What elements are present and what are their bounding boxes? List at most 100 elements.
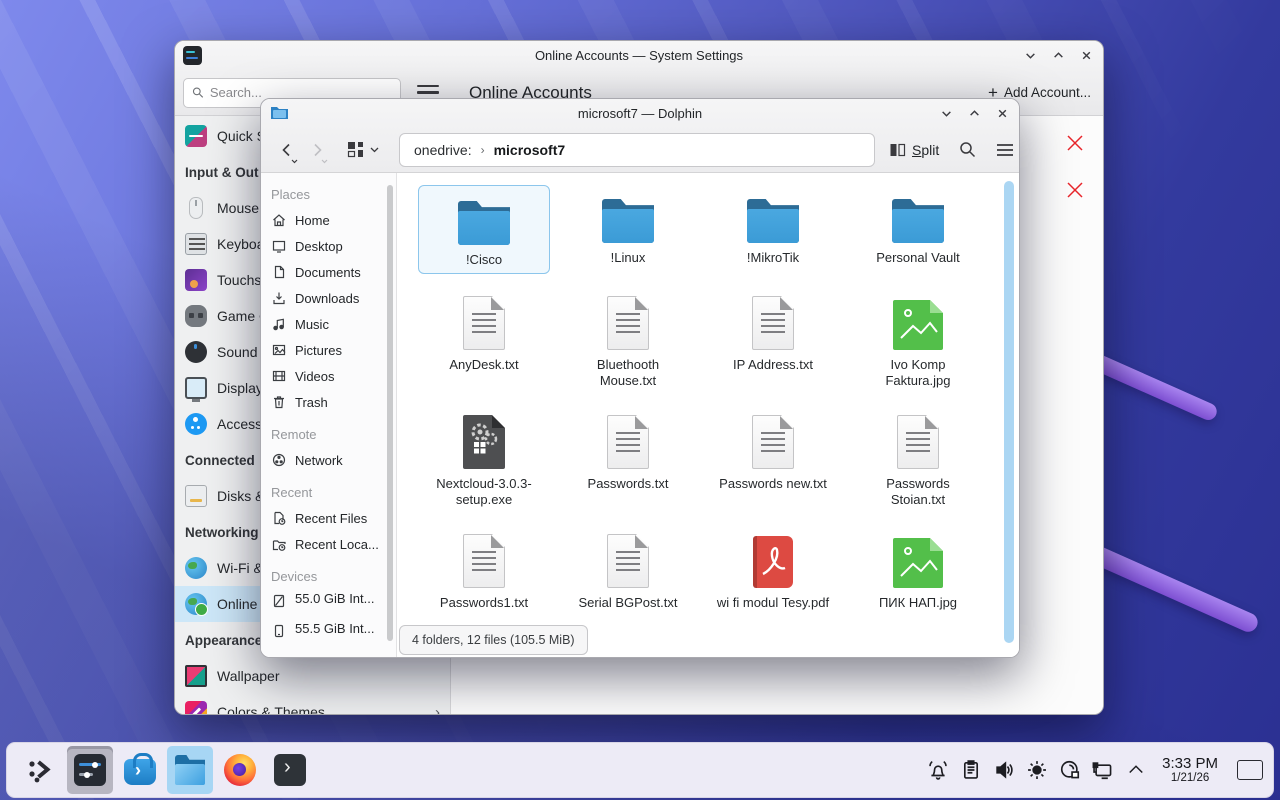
places-scrollbar[interactable] (387, 185, 393, 641)
remove-account-button[interactable] (1065, 180, 1085, 200)
dolphin-icon (174, 754, 206, 786)
notifications-icon[interactable] (925, 757, 951, 783)
mouse-icon (189, 197, 203, 219)
text-file-icon (752, 415, 794, 469)
menu-icon (996, 143, 1014, 157)
breadcrumb-root[interactable]: onedrive: (414, 142, 472, 158)
task-discover[interactable] (117, 746, 163, 794)
file-item[interactable]: ПИК НАП.jpg (852, 530, 984, 611)
maximize-button[interactable] (967, 106, 981, 120)
search-icon (959, 141, 976, 158)
text-file-icon (607, 415, 649, 469)
forward-button[interactable] (305, 136, 329, 164)
places-section-removable-devices: Removable Devi... (261, 655, 396, 658)
places-section-remote: Remote (261, 421, 396, 447)
executable-file-icon (463, 415, 505, 469)
places-item-videos[interactable]: Videos (261, 363, 396, 389)
system-settings-titlebar[interactable]: Online Accounts — System Settings (175, 41, 1103, 69)
file-item[interactable]: !MikroTik (707, 185, 839, 266)
file-view[interactable]: !Cisco !Linux !MikroTik Personal Vault A… (397, 173, 1019, 657)
places-item-pictures[interactable]: Pictures (261, 337, 396, 363)
network-icon[interactable] (1090, 757, 1116, 783)
window-title: microsoft7 — Dolphin (578, 106, 702, 121)
places-item-trash[interactable]: Trash (261, 389, 396, 415)
show-desktop-button[interactable] (1237, 760, 1263, 780)
split-view-icon (889, 142, 906, 158)
brightness-icon[interactable] (1024, 757, 1050, 783)
icons-view-icon (347, 141, 364, 158)
task-dolphin[interactable] (167, 746, 213, 794)
disks-icon (185, 485, 207, 507)
expand-tray-icon[interactable] (1123, 757, 1149, 783)
document-icon (271, 264, 287, 280)
places-item-downloads[interactable]: Downloads (261, 285, 396, 311)
file-view-scrollbar[interactable] (1004, 181, 1014, 643)
file-item[interactable]: Passwords Stoian.txt (852, 411, 984, 508)
volume-icon[interactable] (991, 757, 1017, 783)
sidebar-item-wallpaper[interactable]: Wallpaper (175, 658, 450, 694)
clock[interactable]: 3:33 PM 1/21/26 (1162, 755, 1218, 785)
app-launcher-button[interactable] (17, 746, 63, 794)
places-item-music[interactable]: Music (261, 311, 396, 337)
task-konsole[interactable] (267, 746, 313, 794)
places-section-devices: Devices (261, 563, 396, 589)
remove-account-button[interactable] (1065, 133, 1085, 153)
chevron-right-icon: › (435, 704, 440, 716)
text-file-icon (463, 296, 505, 350)
file-item[interactable]: Passwords.txt (562, 411, 694, 492)
file-item[interactable]: Personal Vault (852, 185, 984, 266)
file-item[interactable]: IP Address.txt (707, 292, 839, 373)
clipboard-icon[interactable] (958, 757, 984, 783)
task-system-settings[interactable] (67, 746, 113, 794)
location-bar[interactable]: onedrive: › microsoft7 (399, 133, 875, 167)
view-mode-button[interactable] (347, 141, 379, 158)
places-device-disk-2[interactable]: 55.5 GiB Int... (261, 619, 396, 649)
breadcrumb-current[interactable]: microsoft7 (494, 142, 566, 158)
device-notifier-icon[interactable] (1057, 757, 1083, 783)
discover-icon (124, 759, 156, 785)
file-item[interactable]: wi fi modul Tesy.pdf (707, 530, 839, 611)
file-item[interactable]: Passwords new.txt (707, 411, 839, 492)
places-item-home[interactable]: Home (261, 207, 396, 233)
file-item[interactable]: Serial BGPost.txt (562, 530, 694, 611)
hamburger-menu-button[interactable] (996, 143, 1014, 157)
desktop-icon (271, 238, 287, 254)
network-icon (271, 452, 287, 468)
places-item-recent-files[interactable]: Recent Files (261, 505, 396, 531)
minimize-button[interactable] (1023, 48, 1037, 62)
search-button[interactable] (959, 141, 976, 158)
places-item-recent-locations[interactable]: Recent Loca... (261, 531, 396, 557)
status-bar: 4 folders, 12 files (105.5 MiB) (399, 625, 588, 655)
search-icon (192, 86, 204, 99)
file-item[interactable]: Ivo Komp Faktura.jpg (852, 292, 984, 389)
wifi-globe-icon (185, 557, 207, 579)
file-item[interactable]: !Cisco (418, 185, 550, 274)
maximize-button[interactable] (1051, 48, 1065, 62)
places-item-network[interactable]: Network (261, 447, 396, 473)
back-button[interactable] (275, 136, 299, 164)
system-tray: 3:33 PM 1/21/26 (925, 755, 1263, 785)
places-item-documents[interactable]: Documents (261, 259, 396, 285)
text-file-icon (463, 534, 505, 588)
split-button[interactable]: Split (889, 142, 939, 158)
file-item[interactable]: Bluethooth Mouse.txt (562, 292, 694, 389)
keyboard-icon (185, 233, 207, 255)
file-item[interactable]: Passwords1.txt (418, 530, 550, 611)
task-firefox[interactable] (217, 746, 263, 794)
text-file-icon (752, 296, 794, 350)
close-button[interactable] (1079, 48, 1093, 62)
file-item[interactable]: Nextcloud-3.0.3-setup.exe (418, 411, 550, 508)
file-item[interactable]: AnyDesk.txt (418, 292, 550, 373)
system-settings-icon (74, 754, 106, 786)
places-device-disk-1[interactable]: 55.0 GiB Int... (261, 589, 396, 619)
sidebar-item-colors-themes[interactable]: Colors & Themes› (175, 694, 450, 715)
text-file-icon (607, 296, 649, 350)
image-file-icon (893, 300, 943, 350)
image-file-icon (893, 538, 943, 588)
dolphin-titlebar[interactable]: microsoft7 — Dolphin (261, 99, 1019, 127)
places-item-desktop[interactable]: Desktop (261, 233, 396, 259)
minimize-button[interactable] (939, 106, 953, 120)
close-button[interactable] (995, 106, 1009, 120)
file-item[interactable]: !Linux (562, 185, 694, 266)
dolphin-window: microsoft7 — Dolphin onedrive: › microso… (260, 98, 1020, 658)
